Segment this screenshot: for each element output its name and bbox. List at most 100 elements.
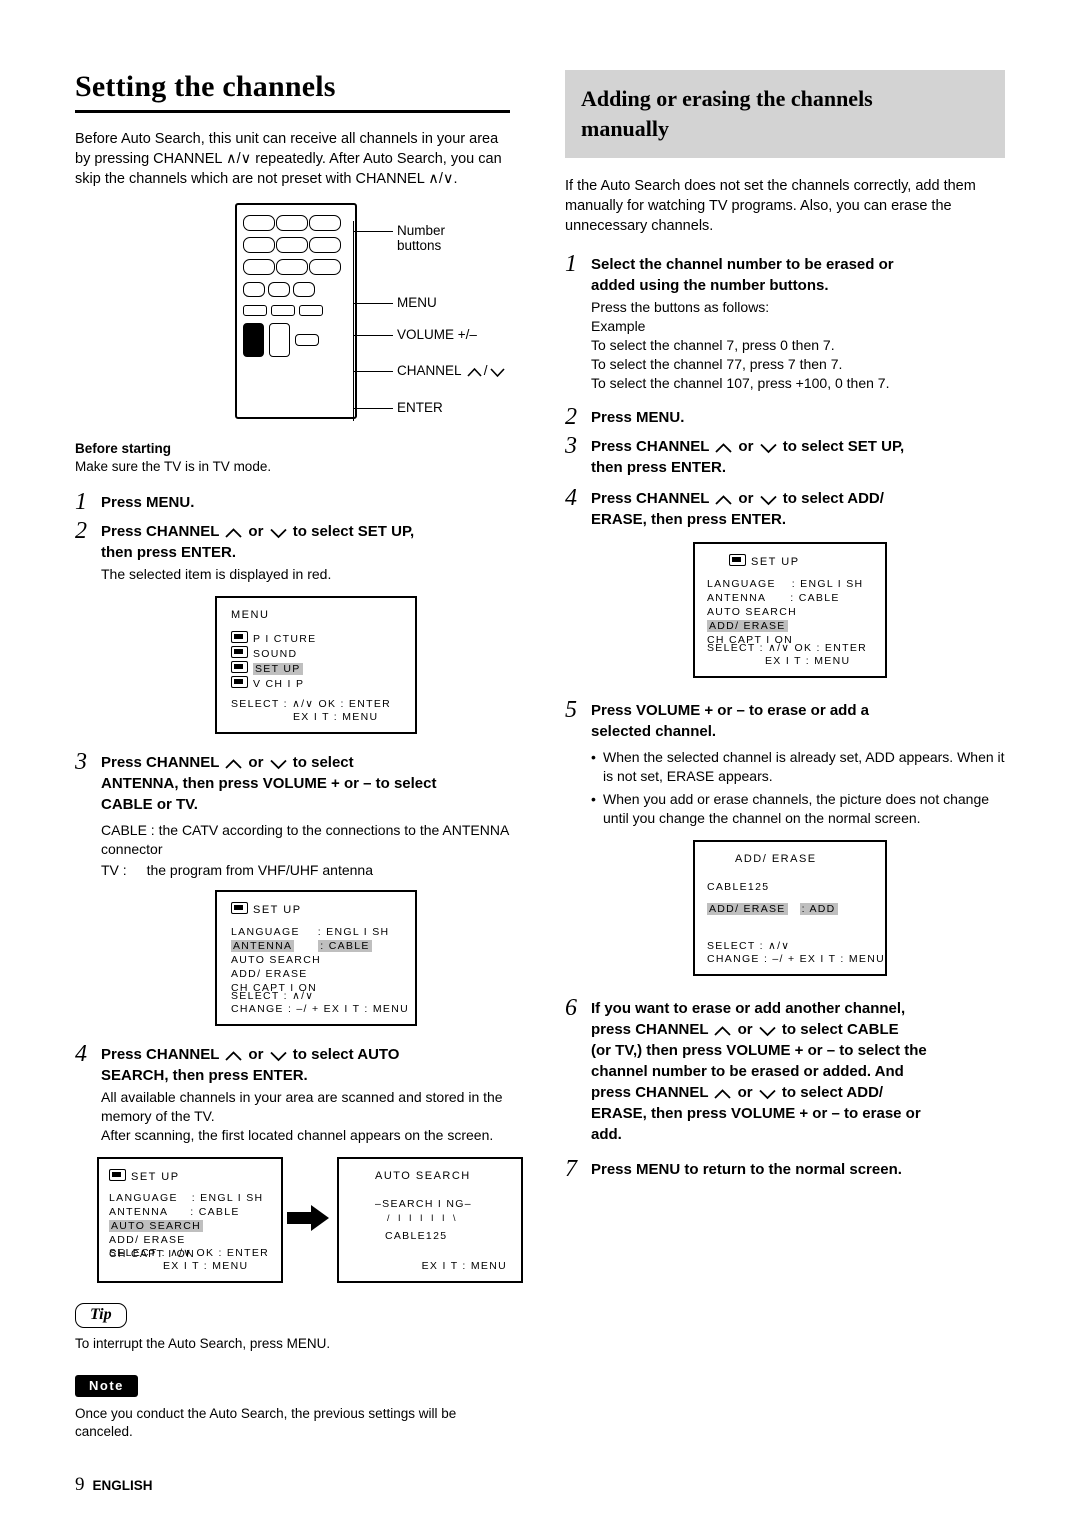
right-step-2-heading: Press MENU.: [591, 409, 685, 426]
chevron-down-icon: [269, 1050, 288, 1062]
chevron-down-icon: [758, 1088, 777, 1100]
right-step-1-heading: Select the channel number to be erased o…: [591, 256, 894, 294]
note-badge: Note: [75, 1375, 138, 1397]
osd-setup-autosearch-screen: SET UP LANGUAGE: ENGL I SH ANTENNA: CABL…: [97, 1157, 283, 1283]
tv-label: TV :: [101, 862, 127, 878]
osd-footer-line2: CHANGE : –/ + EX I T : MENU: [231, 1003, 409, 1015]
osd-setup-title-label: SET UP: [253, 904, 302, 916]
chevron-down-icon: [759, 442, 778, 454]
chevron-down-icon: [489, 367, 506, 378]
osd-setup-antenna-screen: SET UP LANGUAGE: ENGL I SH ANTENNA: CABL…: [215, 890, 417, 1026]
osd-adderase-screen: ADD/ ERASE CABLE125 ADD/ ERASE: ADD SELE…: [693, 840, 887, 976]
left-step-3-tv-desc: TV : the program from VHF/UHF antenna: [101, 861, 515, 880]
remote-button: [271, 305, 295, 316]
chevron-up-icon: [714, 442, 733, 454]
volume-channel-row: [243, 323, 343, 357]
menu-button: [243, 305, 267, 316]
left-step-3-cable-desc: CABLE : the CATV according to the connec…: [101, 821, 515, 859]
osd-setup-title-label: SET UP: [751, 556, 800, 568]
osd-setup-autosearch-footer: SELECT : ∧/∨ OK : ENTER EX I T : MENU: [109, 1247, 269, 1273]
osd-menu-footer-line1: SELECT : ∧/∨ OK : ENTER: [231, 698, 392, 710]
number-button: [293, 282, 315, 297]
right-intro-text: If the Auto Search does not set the chan…: [565, 178, 976, 234]
chevron-up-icon: [224, 1050, 243, 1062]
osd-autosearch-channel: CABLE125: [385, 1230, 448, 1242]
osd-row-label: LANGUAGE: [707, 578, 776, 590]
osd-footer-line1: SELECT : ∧/∨ OK : ENTER: [109, 1247, 270, 1259]
osd-footer-line1: SELECT : ∧/∨ OK : ENTER: [707, 642, 868, 654]
osd-row-antenna: ANTENNA: CABLE: [707, 591, 875, 605]
label-volume: VOLUME +/–: [397, 327, 477, 342]
osd-row-label: AUTO SEARCH: [707, 606, 797, 618]
right-step-1-number: 1: [565, 251, 577, 277]
arrow-right-icon: [287, 1205, 329, 1231]
setup-icon: [231, 661, 248, 673]
left-step-2-heading: Press CHANNEL or to select SET UP, then p…: [101, 523, 415, 561]
osd-menu-screen: MENU P I CTURE SOUND SET UP V CH I P SEL…: [215, 596, 417, 734]
right-step-2-number: 2: [565, 404, 577, 430]
osd-footer-line2: EX I T : MENU: [163, 1260, 249, 1272]
osd-field-value: : ADD: [799, 903, 838, 915]
footer-language: ENGLISH: [92, 1478, 153, 1493]
osd-menu-footer: SELECT : ∧/∨ OK : ENTER EX I T : MENU: [231, 698, 391, 724]
autosearch-diagram: SET UP LANGUAGE: ENGL I SH ANTENNA: CABL…: [75, 1157, 523, 1287]
osd-adderase-footer: SELECT : ∧/∨ CHANGE : –/ + EX I T : MENU: [707, 940, 885, 966]
left-step-1: 1 Press MENU.: [75, 489, 515, 515]
left-step-1-number: 1: [75, 489, 87, 515]
cable-text: the CATV according to the connections to…: [101, 822, 509, 857]
osd-menu-item-label: SOUND: [253, 648, 298, 660]
note-section: Note Once you conduct the Auto Search, t…: [75, 1375, 515, 1441]
right-step-5-number: 5: [565, 697, 577, 723]
osd-row-label-selected: ADD/ ERASE: [707, 620, 788, 632]
osd-row-label: ANTENNA: [109, 1206, 169, 1218]
osd-row-label: LANGUAGE: [231, 926, 300, 938]
osd-row-adderase: ADD/ ERASE: [109, 1233, 271, 1247]
osd-row-value-selected: : CABLE: [318, 940, 372, 952]
right-step-6-heading: If you want to erase or add another chan…: [591, 1000, 927, 1143]
left-step-2-number: 2: [75, 518, 87, 544]
right-step-5-bullets: When the selected channel is already set…: [591, 748, 1005, 828]
osd-row-adderase: ADD/ ERASE: [231, 967, 405, 981]
osd-row-label-selected: AUTO SEARCH: [109, 1220, 203, 1232]
leader-menu: [353, 303, 393, 304]
page-title: Setting the channels: [75, 70, 336, 103]
osd-footer-line2: EX I T : MENU: [765, 655, 851, 667]
right-section-title: Adding or erasing the channels manually: [565, 70, 1005, 158]
page-footer: 9 ENGLISH: [75, 1474, 153, 1496]
cable-label: CABLE :: [101, 822, 155, 838]
number-button-row-bottom: [243, 282, 343, 297]
osd-row-autosearch: AUTO SEARCH: [109, 1219, 271, 1233]
number-button: [243, 237, 275, 253]
osd-searching-text: –SEARCH I NG–: [375, 1198, 472, 1210]
tv-text: the program from VHF/UHF antenna: [146, 862, 373, 878]
right-step-7: 7 Press MENU to return to the normal scr…: [565, 1156, 1005, 1182]
right-step-3: 3 Press CHANNEL or to select SET UP, then…: [565, 433, 1005, 478]
leader-volume: [353, 335, 393, 336]
left-column: Setting the channels Before Auto Search,…: [75, 70, 523, 1441]
tip-section: Tip To interrupt the Auto Search, press …: [75, 1303, 515, 1353]
enter-button: [295, 334, 319, 346]
right-step-1-detail: Press the buttons as follows: Example To s…: [591, 299, 890, 391]
leader-vertical: [353, 221, 354, 421]
right-step-4: 4 Press CHANNEL or to select ADD/ERASE, …: [565, 485, 1005, 530]
osd-autosearch-title: AUTO SEARCH: [375, 1170, 471, 1182]
chevron-down-icon: [269, 527, 288, 539]
osd-row-label: AUTO SEARCH: [231, 954, 321, 966]
right-step-7-heading: Press MENU to return to the normal scree…: [591, 1161, 902, 1178]
setup-icon: [109, 1169, 126, 1181]
chevron-up-icon: [224, 758, 243, 770]
osd-row-label: ADD/ ERASE: [109, 1234, 186, 1246]
osd-autosearch-screen: AUTO SEARCH –SEARCH I NG– / I I I I I \ …: [337, 1157, 523, 1283]
before-starting-heading: Before starting: [75, 441, 172, 456]
left-intro-text: Before Auto Search, this unit can receiv…: [75, 131, 502, 187]
osd-adderase-field: ADD/ ERASE: ADD: [707, 902, 875, 916]
menu-button-row: [243, 305, 343, 316]
label-channel: CHANNEL /: [397, 363, 507, 378]
bullet-item: When the selected channel is already set…: [591, 748, 1005, 786]
osd-setup-title: SET UP: [729, 554, 875, 569]
osd-row-value: : ENGL I SH: [317, 926, 390, 938]
osd-setup-title: SET UP: [231, 902, 405, 917]
osd-row-value: : CABLE: [790, 592, 840, 604]
number-button: [243, 282, 265, 297]
number-buttons-grid: [243, 215, 343, 275]
